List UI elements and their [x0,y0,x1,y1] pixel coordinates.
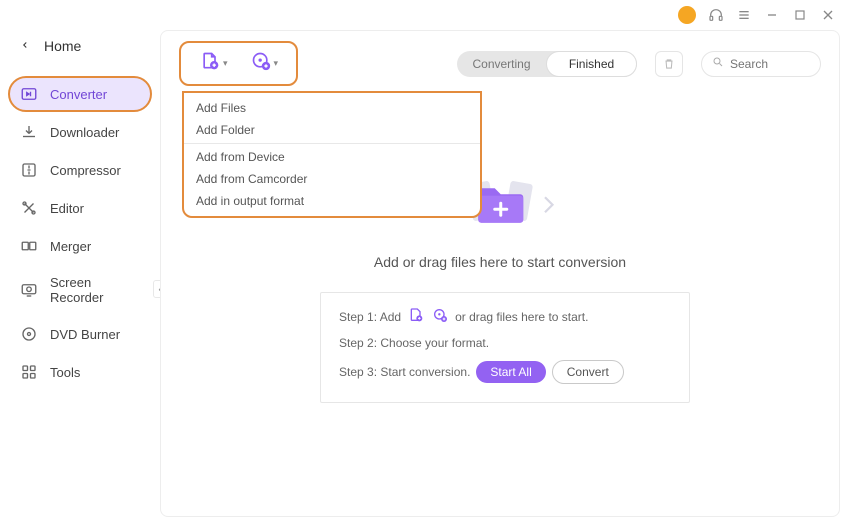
back-icon[interactable] [20,39,30,54]
disc-plus-icon [431,307,449,326]
dropdown-item-add-from-camcorder[interactable]: Add from Camcorder [184,168,480,190]
file-plus-icon [407,307,425,326]
dropdown-separator [184,143,480,144]
sidebar-item-tools[interactable]: Tools [8,354,152,390]
sidebar-item-label: Editor [50,201,84,216]
delete-all-button[interactable] [655,51,683,77]
screen-recorder-icon [20,281,38,299]
dropdown-item-add-from-device[interactable]: Add from Device [184,146,480,168]
add-disc-button[interactable]: ▾ [250,51,279,76]
sidebar-item-merger[interactable]: Merger [8,228,152,264]
add-button-group: ▾ ▾ [179,41,298,86]
minimize-icon[interactable] [764,7,780,23]
sidebar-item-label: Merger [50,239,91,254]
main-panel: ▾ ▾ Converting Finished [160,30,840,517]
editor-icon [20,199,38,217]
sidebar-item-converter[interactable]: Converter [8,76,152,112]
step-1-suffix: or drag files here to start. [455,310,588,324]
step-1: Step 1: Add or drag files here to start. [339,307,671,326]
menu-icon[interactable] [736,7,752,23]
sidebar-item-downloader[interactable]: Downloader [8,114,152,150]
chevron-down-icon: ▾ [274,58,279,69]
user-avatar-icon[interactable] [678,6,696,24]
search-icon [712,55,724,73]
sidebar-item-label: Converter [50,87,107,102]
step-3-text: Step 3: Start conversion. [339,365,470,379]
sidebar: Home Converter Downloader Compressor Edi… [0,30,160,527]
drop-zone-text: Add or drag files here to start conversi… [320,254,680,270]
sidebar-item-compressor[interactable]: Compressor [8,152,152,188]
merger-icon [20,237,38,255]
sidebar-item-label: Compressor [50,163,121,178]
start-all-button[interactable]: Start All [476,361,545,383]
chevron-down-icon: ▾ [223,58,228,69]
dropdown-item-add-files[interactable]: Add Files [184,97,480,119]
add-file-dropdown: Add Files Add Folder Add from Device Add… [182,91,482,218]
converter-icon [20,85,38,103]
headset-icon[interactable] [708,7,724,23]
sidebar-item-editor[interactable]: Editor [8,190,152,226]
disc-plus-icon [250,51,272,76]
dropdown-item-add-in-output-format[interactable]: Add in output format [184,190,480,212]
step-2: Step 2: Choose your format. [339,336,671,350]
sidebar-item-label: Downloader [50,125,119,140]
home-nav[interactable]: Home [8,30,152,62]
tab-finished[interactable]: Finished [546,51,637,77]
window-titlebar [0,0,850,30]
step-1-prefix: Step 1: Add [339,310,401,324]
sidebar-item-screen-recorder[interactable]: Screen Recorder [8,266,152,314]
maximize-icon[interactable] [792,7,808,23]
sidebar-item-label: Screen Recorder [50,275,140,305]
tab-converting[interactable]: Converting [457,51,546,77]
dropdown-item-add-folder[interactable]: Add Folder [184,119,480,141]
home-label: Home [44,38,81,54]
dvd-burner-icon [20,325,38,343]
sidebar-item-label: DVD Burner [50,327,120,342]
main-topbar: ▾ ▾ Converting Finished [179,41,821,86]
add-file-button[interactable]: ▾ [199,51,228,76]
close-icon[interactable] [820,7,836,23]
sidebar-item-dvd-burner[interactable]: DVD Burner [8,316,152,352]
file-plus-icon [199,51,221,76]
sidebar-item-label: Tools [50,365,80,380]
step-3: Step 3: Start conversion. Start All Conv… [339,360,671,384]
tools-icon [20,363,38,381]
status-segmented-control: Converting Finished [457,51,637,77]
downloader-icon [20,123,38,141]
steps-block: Step 1: Add or drag files here to start.… [320,292,690,403]
convert-button[interactable]: Convert [552,360,624,384]
compressor-icon [20,161,38,179]
search-input[interactable] [730,57,810,71]
search-box[interactable] [701,51,821,77]
